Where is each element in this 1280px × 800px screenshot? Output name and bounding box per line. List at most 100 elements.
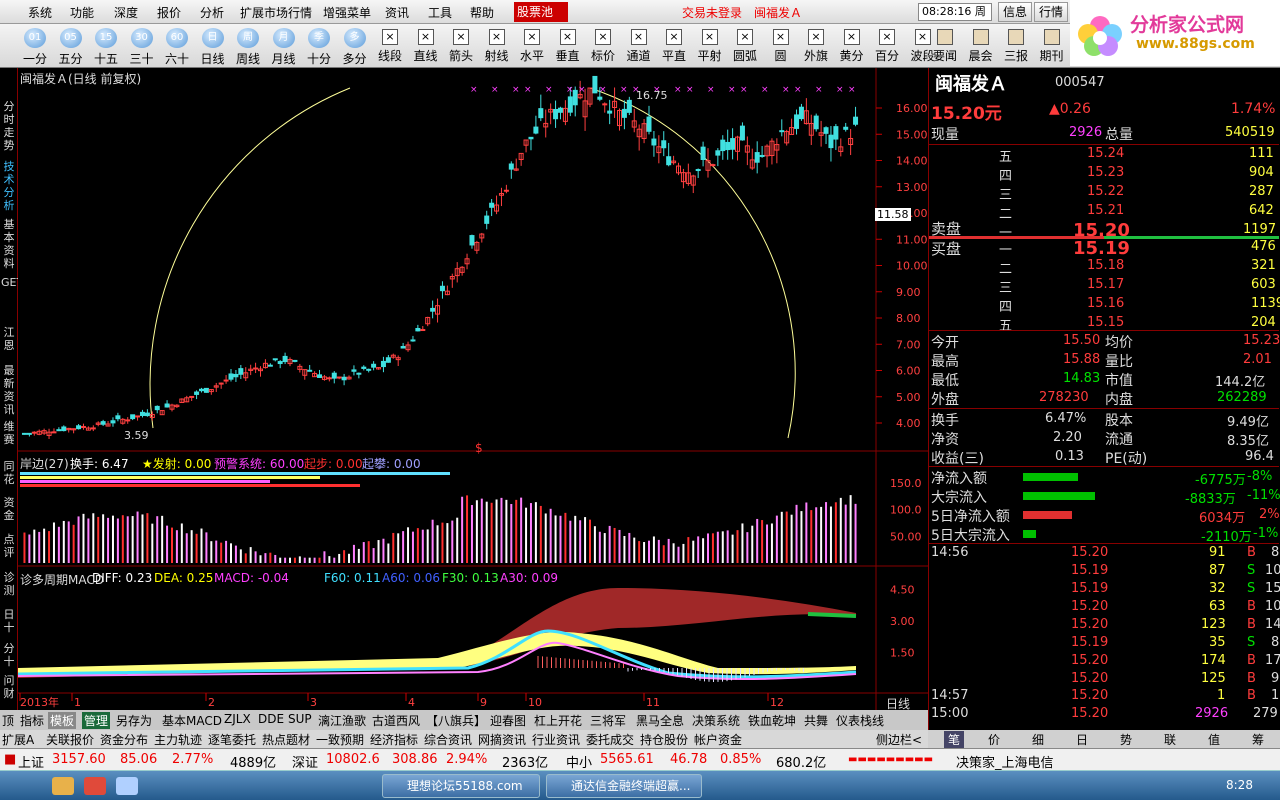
left-tab-11[interactable]: 日十: [1, 608, 17, 634]
indicator-tab-19[interactable]: 仪表栈线: [836, 712, 884, 729]
quote-tab-1[interactable]: 价: [988, 731, 1000, 748]
indicator-tab-17[interactable]: 铁血乾坤: [748, 712, 796, 729]
indicator-tab-14[interactable]: 三将军: [590, 712, 626, 729]
left-tab-1[interactable]: 技术分析: [1, 160, 17, 212]
indicator-tab-13[interactable]: 杠上开花: [534, 712, 582, 729]
left-tab-4[interactable]: 江恩: [1, 326, 17, 352]
indicator-tab-15[interactable]: 黑马全息: [636, 712, 684, 729]
menu-function[interactable]: 功能: [70, 4, 94, 21]
draw-tool-9[interactable]: × 平射: [693, 26, 727, 66]
period-button-2[interactable]: 15 十五: [89, 26, 123, 66]
quote-tab-6[interactable]: 值: [1208, 731, 1220, 748]
left-tab-8[interactable]: 资金: [1, 496, 17, 522]
left-tab-10[interactable]: 诊测: [1, 571, 17, 597]
indicator-tab-16[interactable]: 决策系统: [692, 712, 740, 729]
extended-tab-5[interactable]: 热点题材: [262, 731, 310, 748]
menu-tools[interactable]: 工具: [428, 4, 452, 21]
menu-enhanced[interactable]: 增强菜单: [323, 4, 371, 21]
quote-tab-3[interactable]: 日: [1076, 731, 1088, 748]
windows-start-icon[interactable]: [6, 773, 44, 799]
quick-button-1[interactable]: 晨会: [964, 26, 998, 66]
indicator-tab-7[interactable]: DDE: [258, 712, 284, 726]
menu-analysis[interactable]: 分析: [200, 4, 224, 21]
menu-extended-market[interactable]: 扩展市场行情: [240, 4, 312, 21]
quote-tab-5[interactable]: 联: [1164, 731, 1176, 748]
draw-tool-12[interactable]: × 外旗: [799, 26, 833, 66]
menu-quote[interactable]: 报价: [157, 4, 181, 21]
extended-tab-13[interactable]: 帐户资金: [694, 731, 742, 748]
quote-tab-2[interactable]: 细: [1032, 731, 1044, 748]
left-tab-9[interactable]: 点评: [1, 533, 17, 559]
extended-tab-0[interactable]: 扩展A: [2, 731, 34, 748]
left-tab-7[interactable]: 同花: [1, 460, 17, 486]
menu-system[interactable]: 系统: [28, 4, 52, 21]
indicator-tab-9[interactable]: 漓江渔歌: [318, 712, 366, 729]
left-tab-12[interactable]: 分十: [1, 642, 17, 668]
quote-tab-0[interactable]: 笔: [944, 731, 965, 748]
extended-tab-8[interactable]: 综合资讯: [424, 731, 472, 748]
indicator-tab-6[interactable]: ZJLX: [224, 712, 251, 726]
period-button-6[interactable]: 周周线: [231, 26, 265, 66]
indicator-tab-5[interactable]: 基本MACD: [162, 712, 222, 729]
draw-tool-4[interactable]: × 水平: [515, 26, 549, 66]
browser-icon[interactable]: [116, 777, 138, 795]
app-icon[interactable]: [84, 777, 106, 795]
period-button-7[interactable]: 月月线: [267, 26, 301, 66]
draw-tool-11[interactable]: × 圆: [764, 26, 798, 66]
extended-tab-11[interactable]: 委托成交: [586, 731, 634, 748]
indicator-tab-2[interactable]: 模板: [48, 712, 77, 729]
extended-tab-3[interactable]: 主力轨迹: [154, 731, 202, 748]
quick-button-3[interactable]: 期刊: [1035, 26, 1069, 66]
period-button-3[interactable]: 30 三十: [125, 26, 159, 66]
indicator-tab-4[interactable]: 另存为: [116, 712, 152, 729]
market-button[interactable]: 行情: [1034, 2, 1068, 22]
draw-tool-8[interactable]: × 平直: [657, 26, 691, 66]
draw-tool-10[interactable]: × 圆弧: [728, 26, 762, 66]
draw-tool-3[interactable]: × 射线: [480, 26, 514, 66]
info-button[interactable]: 信息: [998, 2, 1032, 22]
indicator-tab-11[interactable]: 【八旗兵】: [426, 712, 486, 729]
indicator-tab-8[interactable]: SUP: [288, 712, 312, 726]
period-button-0[interactable]: 01 一分: [18, 26, 52, 66]
draw-tool-14[interactable]: × 百分: [870, 26, 904, 66]
quick-button-2[interactable]: 三报: [999, 26, 1033, 66]
left-tab-6[interactable]: 维赛: [1, 420, 17, 446]
indicator-tab-12[interactable]: 迎春图: [490, 712, 526, 729]
explorer-icon[interactable]: [52, 777, 74, 795]
period-button-9[interactable]: 多多分: [338, 26, 372, 66]
draw-tool-13[interactable]: × 黄分: [835, 26, 869, 66]
extended-tab-7[interactable]: 经济指标: [370, 731, 418, 748]
sidebar-toggle[interactable]: 侧边栏<: [876, 731, 922, 748]
extended-tab-10[interactable]: 行业资讯: [532, 731, 580, 748]
task-forum[interactable]: 理想论坛55188.com: [382, 774, 540, 798]
quote-tab-7[interactable]: 筹: [1252, 731, 1264, 748]
indicator-tab-1[interactable]: 指标: [20, 712, 44, 729]
draw-tool-1[interactable]: × 直线: [409, 26, 443, 66]
extended-tab-1[interactable]: 关联报价: [46, 731, 94, 748]
draw-tool-6[interactable]: × 标价: [586, 26, 620, 66]
left-tab-0[interactable]: 分时走势: [1, 100, 17, 152]
menu-news[interactable]: 资讯: [385, 4, 409, 21]
left-tab-13[interactable]: 问财: [1, 674, 17, 700]
indicator-tab-10[interactable]: 古道西风: [372, 712, 420, 729]
draw-tool-2[interactable]: × 箭头: [444, 26, 478, 66]
period-button-5[interactable]: 日日线: [196, 26, 230, 66]
extended-tab-2[interactable]: 资金分布: [100, 731, 148, 748]
quote-tab-4[interactable]: 势: [1120, 731, 1132, 748]
extended-tab-6[interactable]: 一致预期: [316, 731, 364, 748]
menu-help[interactable]: 帮助: [470, 4, 494, 21]
extended-tab-4[interactable]: 逐笔委托: [208, 731, 256, 748]
indicator-tab-3[interactable]: 管理: [82, 712, 111, 729]
extended-tab-12[interactable]: 持仓股份: [640, 731, 688, 748]
extended-tab-9[interactable]: 网摘资讯: [478, 731, 526, 748]
draw-tool-7[interactable]: × 通道: [622, 26, 656, 66]
indicator-tab-0[interactable]: 顶: [2, 712, 14, 729]
task-tdx[interactable]: 通达信金融终端超赢...: [546, 774, 702, 798]
menu-depth[interactable]: 深度: [114, 4, 138, 21]
stock-pool-button[interactable]: 股票池: [514, 2, 568, 22]
period-button-8[interactable]: 季十分: [302, 26, 336, 66]
left-tab-3[interactable]: GET: [1, 276, 23, 289]
period-button-4[interactable]: 60 六十: [160, 26, 194, 66]
draw-tool-5[interactable]: × 垂直: [551, 26, 585, 66]
quick-button-0[interactable]: 要闻: [928, 26, 962, 66]
